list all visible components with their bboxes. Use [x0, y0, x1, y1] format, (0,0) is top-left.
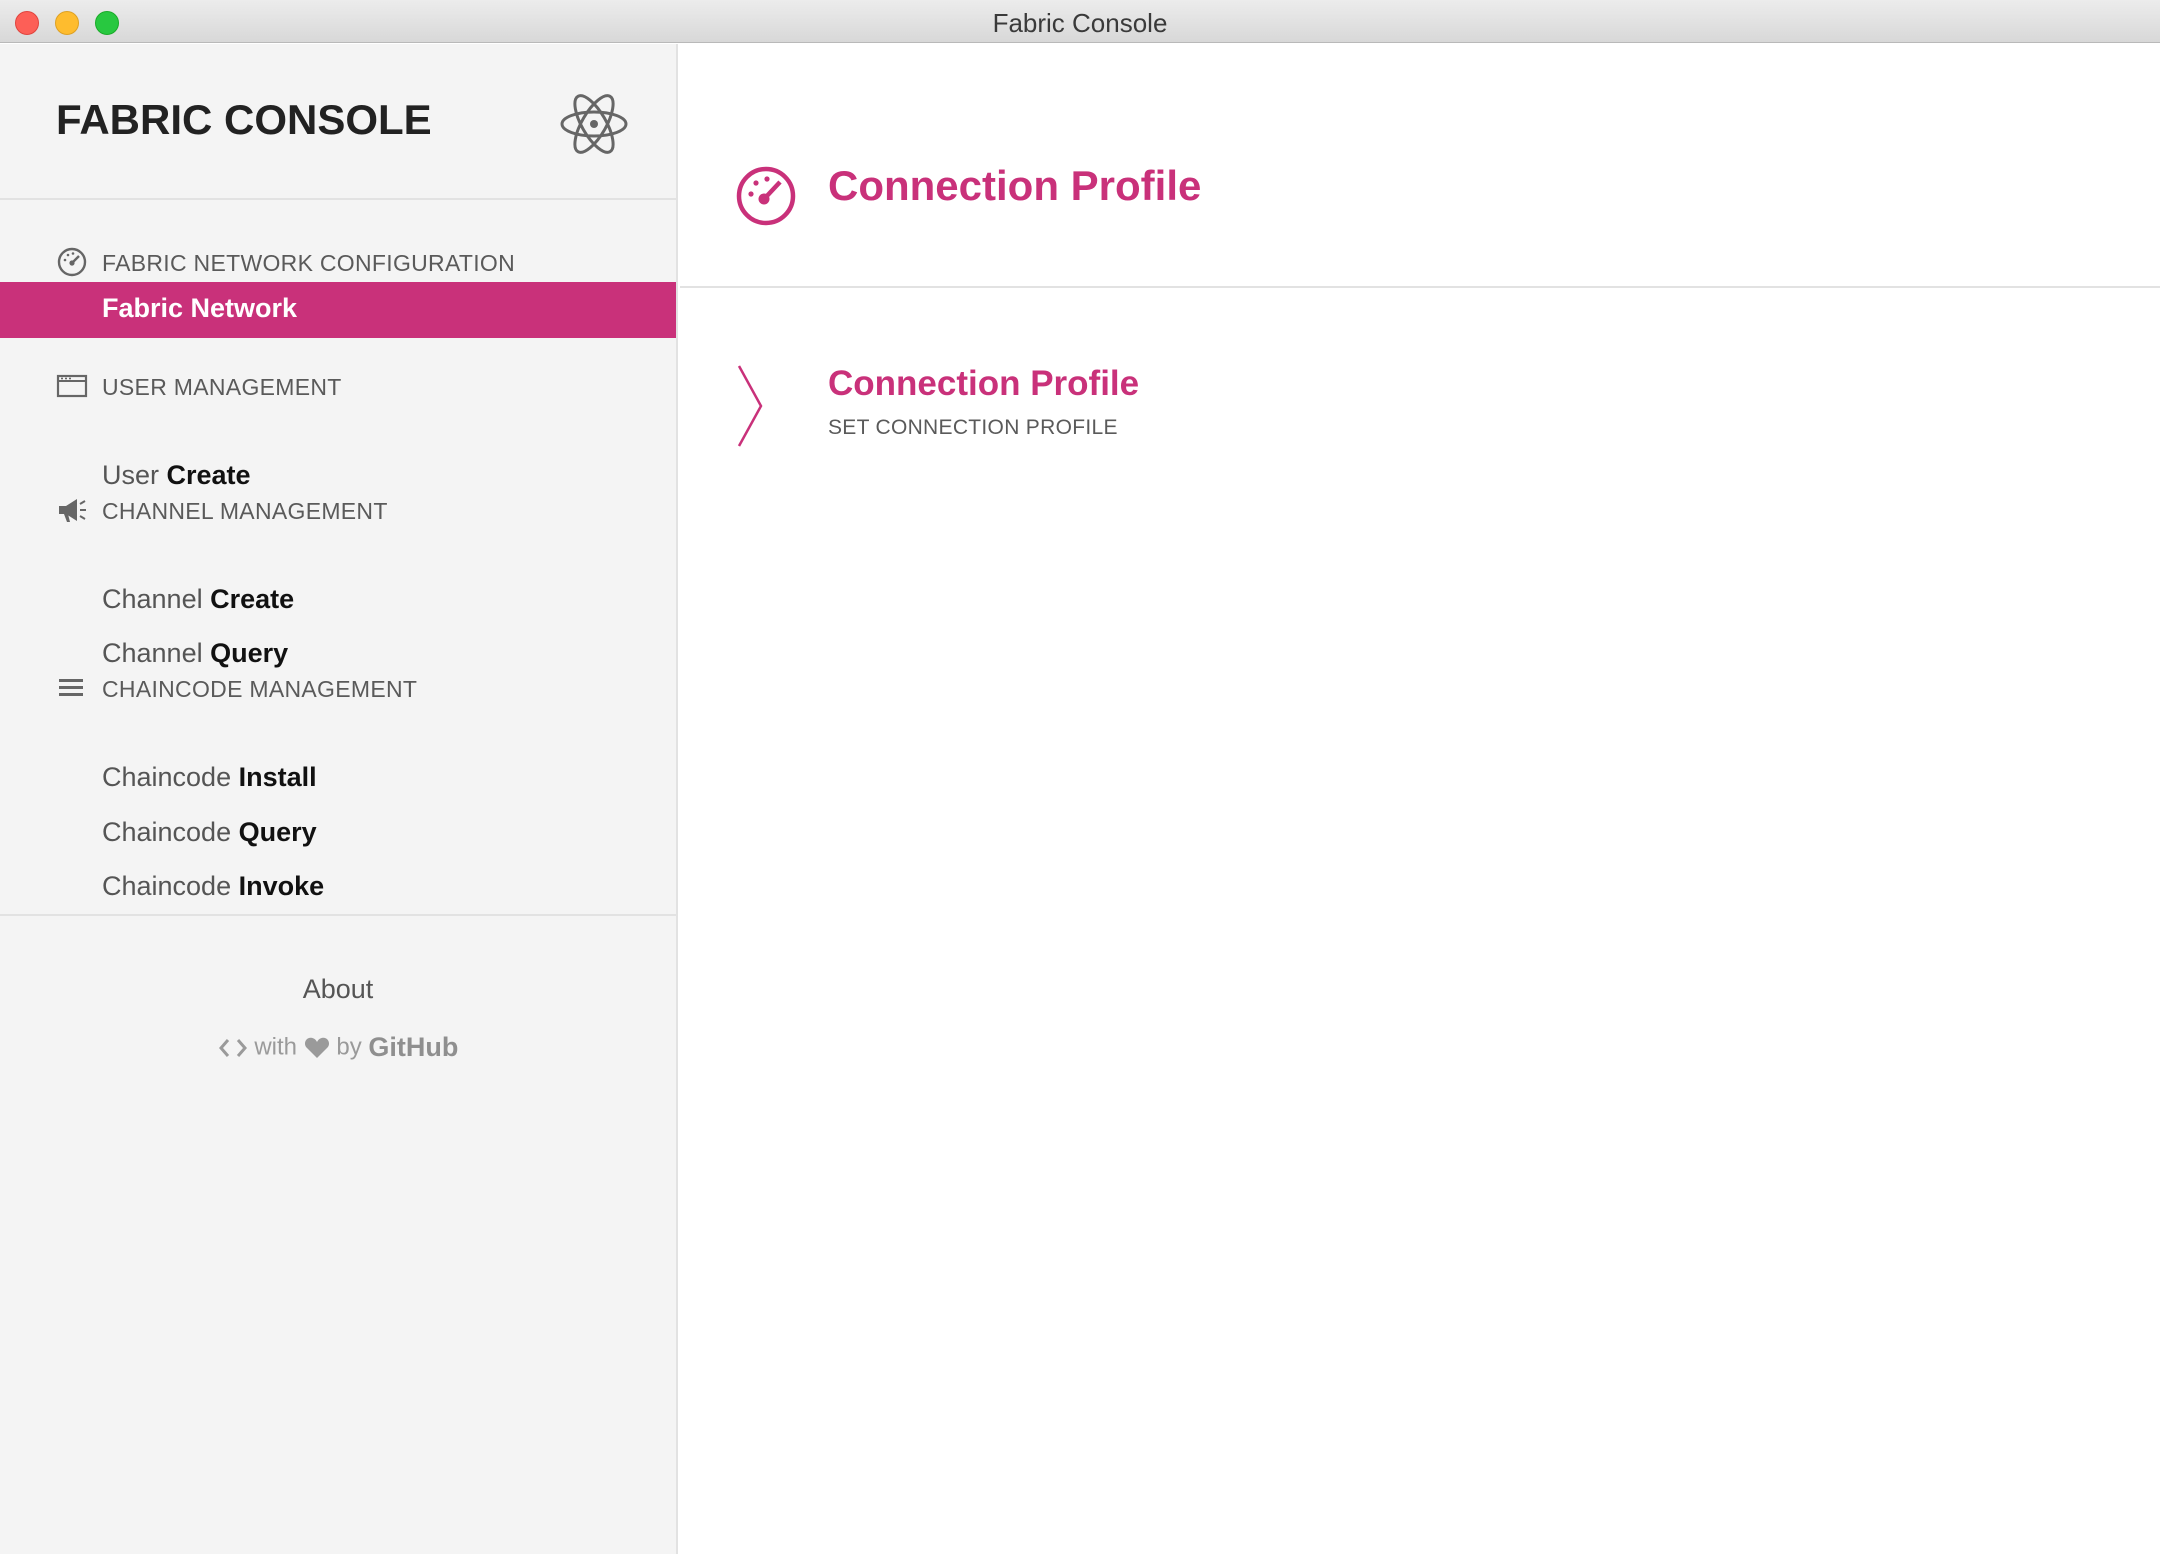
sidebar-item-user-create[interactable]: User Create	[0, 449, 676, 505]
connection-profile-card[interactable]: Connection Profile SET CONNECTION PROFIL…	[736, 364, 1436, 454]
sidebar-item-chaincode-query[interactable]: Chaincode Query	[0, 806, 676, 862]
credit-line: with by GitHub	[0, 1032, 676, 1063]
code-brackets-icon	[218, 1038, 247, 1057]
sidebar-item-label: User Create	[102, 460, 251, 490]
main-content: Connection Profile Connection Profile SE…	[680, 44, 2160, 1554]
chevron-right-icon	[737, 365, 763, 447]
sidebar-item-label: Chaincode Install	[102, 762, 317, 792]
sidebar-item-label: Channel Create	[102, 584, 295, 614]
dashboard-gauge-icon	[736, 166, 796, 226]
page-title: Connection Profile	[828, 162, 1202, 209]
sidebar-item-channel-query[interactable]: Channel Query	[0, 627, 676, 683]
megaphone-icon	[59, 499, 86, 522]
sidebar-item-chaincode-invoke[interactable]: Chaincode Invoke	[0, 860, 676, 916]
window-icon	[56, 374, 88, 398]
heart-icon	[304, 1037, 329, 1058]
electron-atom-icon	[560, 94, 628, 154]
section-title: CHANNEL MANAGEMENT	[102, 498, 388, 524]
section-title: USER MANAGEMENT	[102, 374, 342, 400]
window-title: Fabric Console	[992, 8, 1168, 38]
sidebar-item-chaincode-install[interactable]: Chaincode Install	[0, 751, 676, 807]
sidebar-divider	[0, 198, 678, 200]
title-bar: Fabric Console	[0, 0, 2160, 43]
credit-with: with	[254, 1033, 297, 1061]
credit-by: by	[336, 1033, 362, 1061]
app-brand-title: FABRIC CONSOLE	[56, 96, 432, 143]
sidebar-item-label: Fabric Network	[102, 293, 298, 323]
sidebar-item-channel-create[interactable]: Channel Create	[0, 573, 676, 629]
sidebar: FABRIC CONSOLE FABRIC NETWORK CONFIGURAT…	[0, 44, 678, 1554]
sidebar-item-label: Chaincode Invoke	[102, 871, 325, 901]
sidebar-item-fabric-network[interactable]: Fabric Network	[0, 282, 676, 338]
app-window: Fabric Console FABRIC CONSOLE FABRIC NET…	[0, 0, 2160, 1554]
header-divider	[680, 286, 2160, 288]
sidebar-item-label: Chaincode Query	[102, 817, 317, 847]
card-title: Connection Profile	[828, 364, 1140, 403]
section-title: FABRIC NETWORK CONFIGURATION	[102, 250, 516, 276]
dashboard-gauge-icon	[57, 247, 87, 277]
github-link[interactable]: GitHub	[368, 1032, 458, 1062]
sidebar-item-label: Channel Query	[102, 638, 289, 668]
sidebar-divider	[0, 914, 678, 916]
about-link[interactable]: About	[0, 974, 676, 1005]
section-title: CHAINCODE MANAGEMENT	[102, 676, 418, 702]
list-icon	[59, 679, 83, 696]
card-subtitle: SET CONNECTION PROFILE	[828, 416, 1118, 439]
